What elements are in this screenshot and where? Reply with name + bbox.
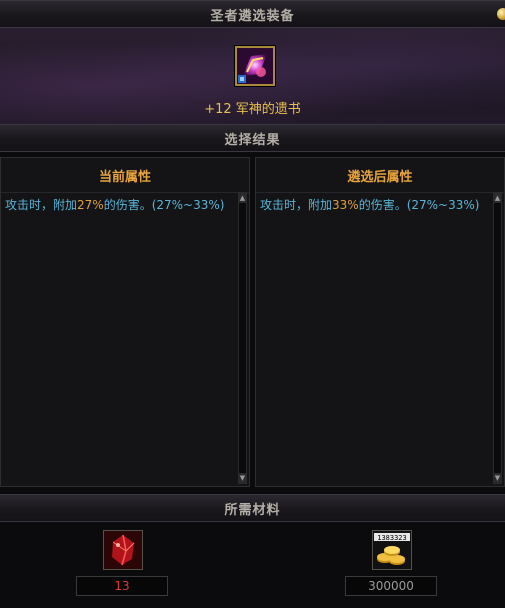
material-slot-crystal[interactable]: [103, 530, 143, 570]
window-title: 圣者遴选装备: [210, 8, 295, 24]
current-attributes-panel: 当前属性 攻击时，附加27%的伤害。(27%~33%) ▲ ▼: [0, 157, 250, 487]
material-slot-gold[interactable]: 1383323: [372, 530, 412, 570]
material-quantity-gold: 300000: [345, 576, 437, 596]
svg-text:1383323: 1383323: [377, 534, 407, 542]
new-attributes-title: 遴选后属性: [256, 158, 504, 193]
new-attributes-text: 攻击时，附加33%的伤害。(27%~33%): [260, 198, 480, 212]
scroll-icon: [237, 48, 273, 84]
gold-coins-icon: 1383323: [373, 531, 411, 569]
item-slot[interactable]: [235, 46, 275, 86]
scrollbar[interactable]: ▲ ▼: [493, 192, 502, 484]
current-attribute-value: 27%: [77, 198, 104, 212]
new-attribute-value: 33%: [332, 198, 359, 212]
results-title: 选择结果: [224, 132, 281, 148]
new-attributes-panel: 遴选后属性 攻击时，附加33%的伤害。(27%~33%) ▲ ▼: [255, 157, 505, 487]
scroll-up-icon[interactable]: ▲: [494, 193, 501, 203]
item-banner: +12 军神的遗书: [0, 28, 505, 124]
item-name: +12 军神的遗书: [0, 98, 505, 117]
window-header: 圣者遴选装备: [0, 0, 505, 28]
item-level: +12: [204, 102, 232, 117]
materials-header: 所需材料: [0, 494, 505, 522]
coin-icon[interactable]: [497, 8, 505, 20]
material-quantity-crystal: 13: [76, 576, 168, 596]
current-attributes-text: 攻击时，附加27%的伤害。(27%~33%): [5, 198, 225, 212]
current-attributes-title: 当前属性: [1, 158, 249, 193]
scroll-up-icon[interactable]: ▲: [239, 193, 246, 203]
scroll-down-icon[interactable]: ▼: [239, 473, 246, 483]
scroll-down-icon[interactable]: ▼: [494, 473, 501, 483]
red-crystal-icon: [104, 531, 142, 569]
item-name-text: 军神的遗书: [235, 102, 301, 117]
scrollbar[interactable]: ▲ ▼: [238, 192, 247, 484]
materials-title: 所需材料: [224, 502, 281, 518]
results-header: 选择结果: [0, 124, 505, 152]
